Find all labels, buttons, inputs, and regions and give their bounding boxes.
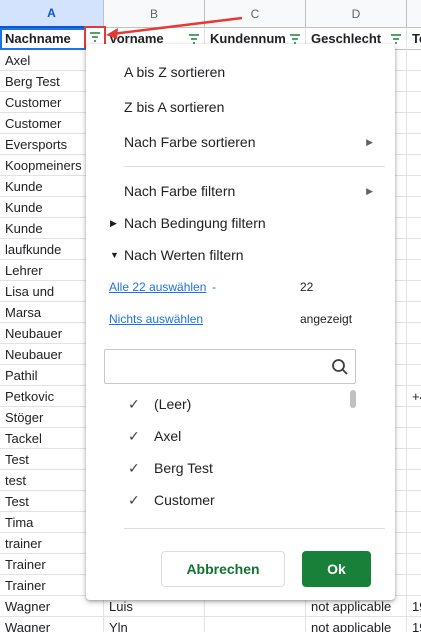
chevron-right-icon: ▶ xyxy=(366,137,373,147)
table-cell[interactable] xyxy=(407,449,421,470)
check-icon: ✓ xyxy=(128,492,140,508)
table-cell[interactable] xyxy=(407,260,421,281)
table-cell[interactable] xyxy=(407,344,421,365)
value-item[interactable]: ✓ Berg Test xyxy=(104,452,354,484)
table-cell[interactable] xyxy=(407,512,421,533)
table-cell[interactable] xyxy=(407,134,421,155)
column-header-e[interactable] xyxy=(407,0,421,28)
table-cell[interactable] xyxy=(407,470,421,491)
header-cell-telefon[interactable]: Te xyxy=(407,28,421,50)
menu-item-sort-az[interactable]: A bis Z sortieren xyxy=(86,56,395,88)
menu-divider xyxy=(124,166,385,167)
table-cell[interactable] xyxy=(407,197,421,218)
table-cell[interactable] xyxy=(407,113,421,134)
table-cell[interactable] xyxy=(407,176,421,197)
value-item[interactable]: ✓ Axel xyxy=(104,420,354,452)
cancel-button[interactable]: Abbrechen xyxy=(161,551,285,587)
table-cell[interactable] xyxy=(407,533,421,554)
menu-divider xyxy=(124,528,385,529)
table-row: WagnerYln not applicable19 xyxy=(0,617,421,632)
table-cell[interactable] xyxy=(407,50,421,71)
column-header-b[interactable]: B xyxy=(104,0,205,28)
menu-item-filter-values[interactable]: ▼ Nach Werten filtern xyxy=(86,239,395,271)
table-cell[interactable] xyxy=(407,155,421,176)
table-cell[interactable] xyxy=(205,617,306,632)
select-none-link[interactable]: Nichts auswählen xyxy=(109,312,203,326)
table-cell[interactable] xyxy=(407,428,421,449)
shown-label: angezeigt xyxy=(300,312,353,326)
search-icon xyxy=(332,359,348,375)
table-cell[interactable] xyxy=(407,323,421,344)
menu-item-label: Nach Farbe sortieren xyxy=(124,134,256,150)
column-header-row: A B C D xyxy=(0,0,421,28)
table-cell[interactable] xyxy=(407,92,421,113)
check-icon: ✓ xyxy=(128,428,140,444)
value-list: ✓ (Leer) ✓ Axel ✓ Berg Test ✓ Customer xyxy=(104,388,366,528)
value-label: Customer xyxy=(154,492,215,508)
menu-item-label: Nach Werten filtern xyxy=(124,247,244,263)
table-cell[interactable]: 19 xyxy=(407,617,421,632)
value-item[interactable]: ✓ (Leer) xyxy=(104,388,354,420)
menu-item-label: Nach Bedingung filtern xyxy=(124,215,266,231)
value-search-input[interactable] xyxy=(104,349,356,384)
table-cell[interactable] xyxy=(407,239,421,260)
menu-item-sort-color[interactable]: Nach Farbe sortieren ▶ xyxy=(86,126,395,158)
table-cell[interactable] xyxy=(407,407,421,428)
value-label: Axel xyxy=(154,428,182,444)
table-cell[interactable] xyxy=(407,554,421,575)
select-all-separator: - xyxy=(212,280,216,294)
table-cell[interactable]: not applicable xyxy=(306,617,407,632)
select-all-link[interactable]: Alle 22 auswählen xyxy=(109,280,206,294)
value-list-scrollbar[interactable] xyxy=(350,390,356,408)
ok-button[interactable]: Ok xyxy=(302,551,371,587)
table-cell[interactable]: 19 xyxy=(407,596,421,617)
check-icon: ✓ xyxy=(128,460,140,476)
table-cell[interactable] xyxy=(407,575,421,596)
table-cell[interactable] xyxy=(407,71,421,92)
table-cell[interactable] xyxy=(407,491,421,512)
menu-item-label: Nach Farbe filtern xyxy=(124,183,236,199)
column-header-d[interactable]: D xyxy=(306,0,407,28)
menu-item-filter-condition[interactable]: ▶ Nach Bedingung filtern xyxy=(86,207,395,239)
filter-icon xyxy=(90,32,100,42)
table-cell[interactable]: +4 xyxy=(407,386,421,407)
check-icon: ✓ xyxy=(128,396,140,412)
filter-menu: A bis Z sortieren Z bis A sortieren Nach… xyxy=(86,44,395,600)
table-cell[interactable] xyxy=(407,218,421,239)
table-cell[interactable] xyxy=(407,302,421,323)
table-cell[interactable] xyxy=(407,365,421,386)
menu-item-sort-za[interactable]: Z bis A sortieren xyxy=(86,91,395,123)
value-count: 22 xyxy=(300,280,314,294)
table-cell[interactable]: Yln xyxy=(104,617,205,632)
table-cell[interactable]: Wagner xyxy=(0,617,104,632)
value-label: (Leer) xyxy=(154,396,192,412)
menu-item-filter-color[interactable]: Nach Farbe filtern ▶ xyxy=(86,175,395,207)
chevron-right-icon: ▶ xyxy=(366,186,373,196)
table-cell[interactable] xyxy=(407,281,421,302)
value-item[interactable]: ✓ Customer xyxy=(104,484,354,516)
triangle-right-icon: ▶ xyxy=(110,218,117,228)
column-header-a[interactable]: A xyxy=(0,0,104,28)
triangle-down-icon: ▼ xyxy=(110,250,119,260)
value-label: Berg Test xyxy=(154,460,213,476)
column-header-c[interactable]: C xyxy=(205,0,306,28)
